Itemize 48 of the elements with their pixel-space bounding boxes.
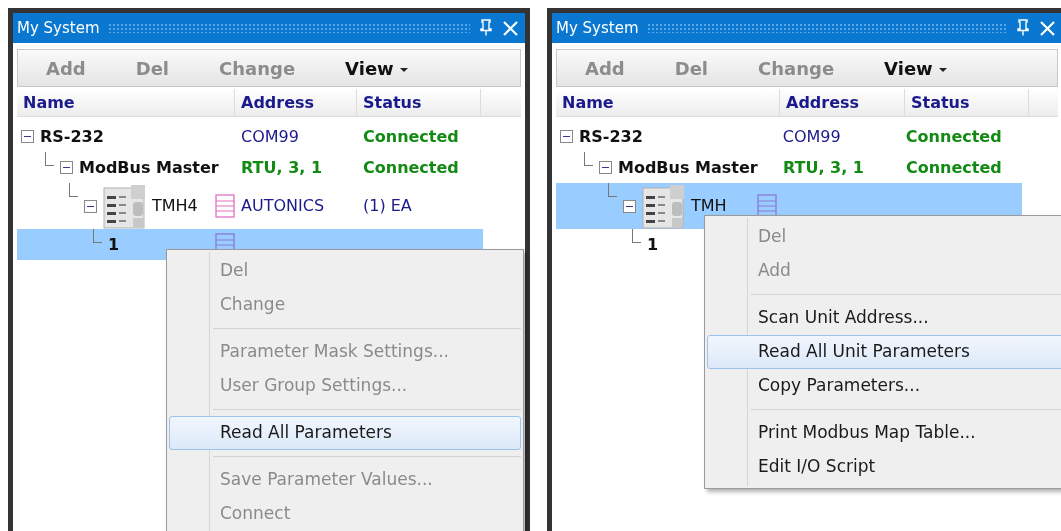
node-name: ModBus Master xyxy=(618,156,758,179)
node-name: RS-232 xyxy=(40,125,104,148)
address-text: RTU, 3, 1 xyxy=(240,157,323,177)
column-header[interactable]: Name xyxy=(17,89,235,116)
collapse-toggle[interactable] xyxy=(623,199,636,213)
menu-item[interactable]: Scan Unit Address... xyxy=(707,301,1061,335)
menu-item[interactable]: Print Modbus Map Table... xyxy=(707,416,1061,450)
column-header[interactable]: Name xyxy=(556,89,780,116)
address-text: COM99 xyxy=(781,126,841,146)
view-dropdown[interactable]: View xyxy=(331,50,422,86)
menu-item[interactable]: Read All Unit Parameters xyxy=(707,335,1061,369)
menu-item[interactable]: Read All Parameters xyxy=(169,416,521,450)
node-name: TMH xyxy=(691,195,727,217)
address-text: AUTONICS xyxy=(240,196,325,215)
menu-item[interactable]: Edit I/O Script xyxy=(707,450,1061,484)
status-text: Connected xyxy=(362,157,459,177)
node-name: TMH4 xyxy=(152,195,198,217)
column-header[interactable]: Status xyxy=(357,89,481,116)
panel-title: My System xyxy=(17,17,100,39)
collapse-toggle[interactable] xyxy=(560,130,573,143)
close-icon[interactable] xyxy=(502,19,519,37)
node-name: RS-232 xyxy=(579,125,643,148)
collapse-toggle[interactable] xyxy=(60,161,73,174)
caret-icon xyxy=(938,67,947,72)
column-header[interactable]: Address xyxy=(235,89,357,116)
node-name: ModBus Master xyxy=(79,156,219,179)
status-text: (1) EA xyxy=(362,196,412,215)
pin-icon[interactable] xyxy=(478,19,494,37)
collapse-toggle[interactable] xyxy=(21,130,34,143)
panel-title: My System xyxy=(556,17,639,39)
collapse-toggle[interactable] xyxy=(84,199,97,213)
node-name: 1 xyxy=(647,233,659,256)
collapse-toggle[interactable] xyxy=(599,161,612,174)
caret-icon xyxy=(399,67,408,72)
view-dropdown[interactable]: View xyxy=(870,50,961,86)
column-header[interactable]: Status xyxy=(905,89,1029,116)
close-icon[interactable] xyxy=(1039,19,1056,37)
address-text: RTU, 3, 1 xyxy=(781,157,864,177)
status-text: Connected xyxy=(904,157,1002,177)
device-icon xyxy=(103,183,146,229)
address-text: COM99 xyxy=(240,126,299,146)
column-header[interactable]: Address xyxy=(780,89,905,116)
status-text: Connected xyxy=(904,126,1002,146)
menu-item[interactable]: Copy Parameters... xyxy=(707,369,1061,403)
node-name: 1 xyxy=(108,233,120,256)
pin-icon[interactable] xyxy=(1015,19,1031,37)
device-icon xyxy=(642,183,685,229)
status-text: Connected xyxy=(362,126,459,146)
